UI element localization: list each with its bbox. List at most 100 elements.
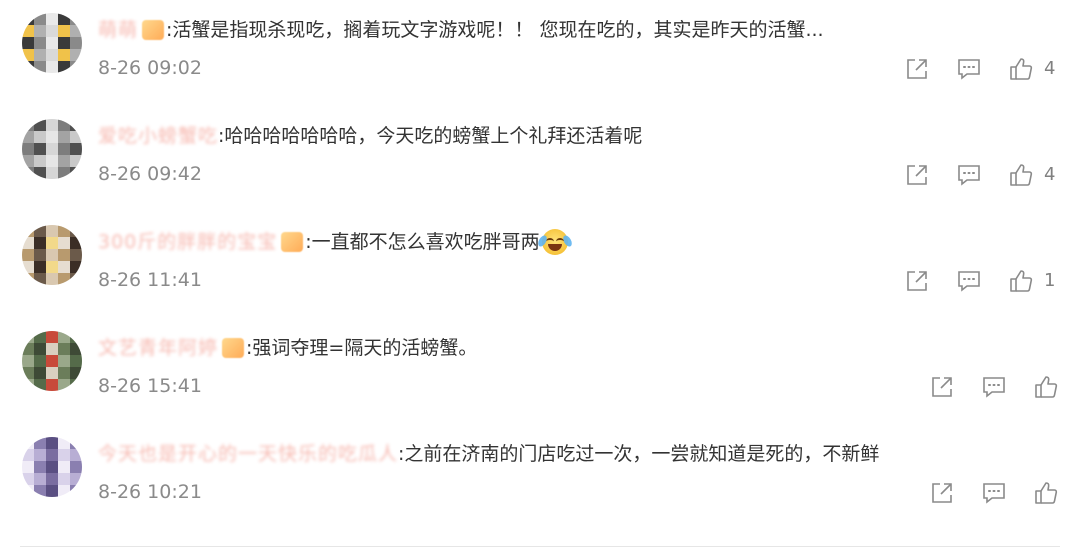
- avatar-pixel: [46, 485, 58, 497]
- avatar-pixel: [34, 473, 46, 485]
- comment-button[interactable]: [981, 480, 1007, 506]
- share-icon: [907, 165, 927, 185]
- avatar-pixel: [70, 237, 82, 249]
- avatar-pixel: [34, 485, 46, 497]
- avatar-pixel: [58, 273, 70, 285]
- share-button[interactable]: [929, 374, 955, 400]
- avatar-pixel: [58, 155, 70, 167]
- share-button[interactable]: [929, 480, 955, 506]
- avatar[interactable]: [22, 13, 82, 73]
- avatar-pixel: [34, 167, 46, 179]
- avatar-pixel: [22, 273, 34, 285]
- like-button[interactable]: [1033, 480, 1069, 506]
- comment-button[interactable]: [956, 162, 982, 188]
- avatar-pixel: [34, 343, 46, 355]
- avatar-pixel: [70, 49, 82, 61]
- comment-actions: 1: [904, 267, 1055, 295]
- avatar[interactable]: [22, 437, 82, 497]
- like-button[interactable]: [1033, 374, 1069, 400]
- avatar-pixel: [22, 25, 34, 37]
- share-icon: [907, 59, 927, 79]
- avatar-pixel: [46, 167, 58, 179]
- vip-badge-icon: [142, 20, 165, 40]
- avatar-pixel: [58, 437, 70, 449]
- avatar-pixel: [58, 237, 70, 249]
- avatar-pixel: [46, 343, 58, 355]
- comment-text-line: 萌萌 :活蟹是指现杀现吃，搁着玩文字游戏呢！！ 您现在吃的，其实是昨天的活蟹..…: [98, 15, 930, 45]
- avatar-pixel: [58, 449, 70, 461]
- comment-username[interactable]: 今天也是开心的一天快乐的吃瓜人: [98, 439, 398, 469]
- comment-text: :活蟹是指现杀现吃，搁着玩文字游戏呢！！ 您现在吃的，其实是昨天的活蟹...: [166, 19, 824, 41]
- comment-item: 爱吃小螃蟹吃 :哈哈哈哈哈哈哈，今天吃的螃蟹上个礼拜还活着呢 8-26 09:4…: [0, 106, 1080, 212]
- comment-item: 文艺青年阿婷 :强词夺理=隔天的活螃蟹。 8-26 15:41: [0, 318, 1080, 424]
- like-button[interactable]: 1: [1008, 268, 1055, 294]
- comment-time: 8-26 10:21: [98, 481, 202, 503]
- comment-actions: [929, 479, 1069, 507]
- avatar-pixel: [58, 131, 70, 143]
- avatar-pixel: [70, 225, 82, 237]
- avatar-pixel: [70, 331, 82, 343]
- avatar-pixel: [22, 225, 34, 237]
- avatar-pixel: [34, 331, 46, 343]
- avatar-pixel: [58, 25, 70, 37]
- avatar-pixel: [22, 61, 34, 73]
- like-button[interactable]: 4: [1008, 162, 1055, 188]
- avatar-pixel: [70, 249, 82, 261]
- like-icon: [1035, 482, 1058, 504]
- comment-username[interactable]: 爱吃小螃蟹吃: [98, 121, 218, 151]
- comment-time: 8-26 09:02: [98, 57, 202, 79]
- avatar-pixel: [46, 237, 58, 249]
- avatar-pixel: [22, 473, 34, 485]
- avatar-pixel: [70, 449, 82, 461]
- comment-username[interactable]: 文艺青年阿婷: [98, 333, 218, 363]
- share-button[interactable]: [904, 268, 930, 294]
- bottom-divider: [20, 546, 1060, 547]
- avatar-pixel: [46, 61, 58, 73]
- avatar-pixel: [70, 461, 82, 473]
- avatar-pixel: [22, 461, 34, 473]
- comment-item: 萌萌 :活蟹是指现杀现吃，搁着玩文字游戏呢！！ 您现在吃的，其实是昨天的活蟹..…: [0, 0, 1080, 106]
- crown-badge-icon: [222, 338, 245, 358]
- comment-button[interactable]: [956, 56, 982, 82]
- avatar-pixel: [58, 225, 70, 237]
- avatar-pixel: [34, 437, 46, 449]
- avatar-pixel: [46, 119, 58, 131]
- avatar-pixel: [22, 367, 34, 379]
- avatar-pixel: [70, 131, 82, 143]
- avatar-pixel: [58, 119, 70, 131]
- avatar-pixel: [34, 131, 46, 143]
- avatar-pixel: [46, 143, 58, 155]
- avatar-pixel: [22, 49, 34, 61]
- share-button[interactable]: [904, 56, 930, 82]
- comment-item: 300斤的胖胖的宝宝 :一直都不怎么喜欢吃胖哥两 8-26 11:41 1: [0, 212, 1080, 318]
- like-button[interactable]: 4: [1008, 56, 1055, 82]
- avatar-pixel: [46, 261, 58, 273]
- avatar-pixel: [70, 37, 82, 49]
- comment-time: 8-26 09:42: [98, 163, 202, 185]
- avatar-pixel: [34, 355, 46, 367]
- avatar-pixel: [58, 143, 70, 155]
- comment-button[interactable]: [956, 268, 982, 294]
- like-count: 4: [1044, 164, 1056, 185]
- comment-text: :哈哈哈哈哈哈哈，今天吃的螃蟹上个礼拜还活着呢: [218, 125, 643, 147]
- avatar[interactable]: [22, 119, 82, 179]
- avatar[interactable]: [22, 331, 82, 391]
- comment-button[interactable]: [981, 374, 1007, 400]
- avatar-pixel: [46, 49, 58, 61]
- avatar-pixel: [46, 473, 58, 485]
- like-count: 4: [1044, 58, 1056, 79]
- avatar-pixel: [70, 261, 82, 273]
- avatar-pixel: [70, 273, 82, 285]
- avatar-pixel: [58, 485, 70, 497]
- avatar-pixel: [58, 379, 70, 391]
- comment-username[interactable]: 萌萌: [98, 15, 138, 45]
- share-button[interactable]: [904, 162, 930, 188]
- avatar-pixel: [34, 249, 46, 261]
- avatar-pixel: [46, 25, 58, 37]
- comment-username[interactable]: 300斤的胖胖的宝宝: [98, 227, 277, 257]
- avatar-pixel: [34, 37, 46, 49]
- comment-icon: [958, 59, 980, 80]
- like-icon: [1035, 376, 1058, 398]
- avatar[interactable]: [22, 225, 82, 285]
- comment-text-line: 文艺青年阿婷 :强词夺理=隔天的活螃蟹。: [98, 333, 930, 363]
